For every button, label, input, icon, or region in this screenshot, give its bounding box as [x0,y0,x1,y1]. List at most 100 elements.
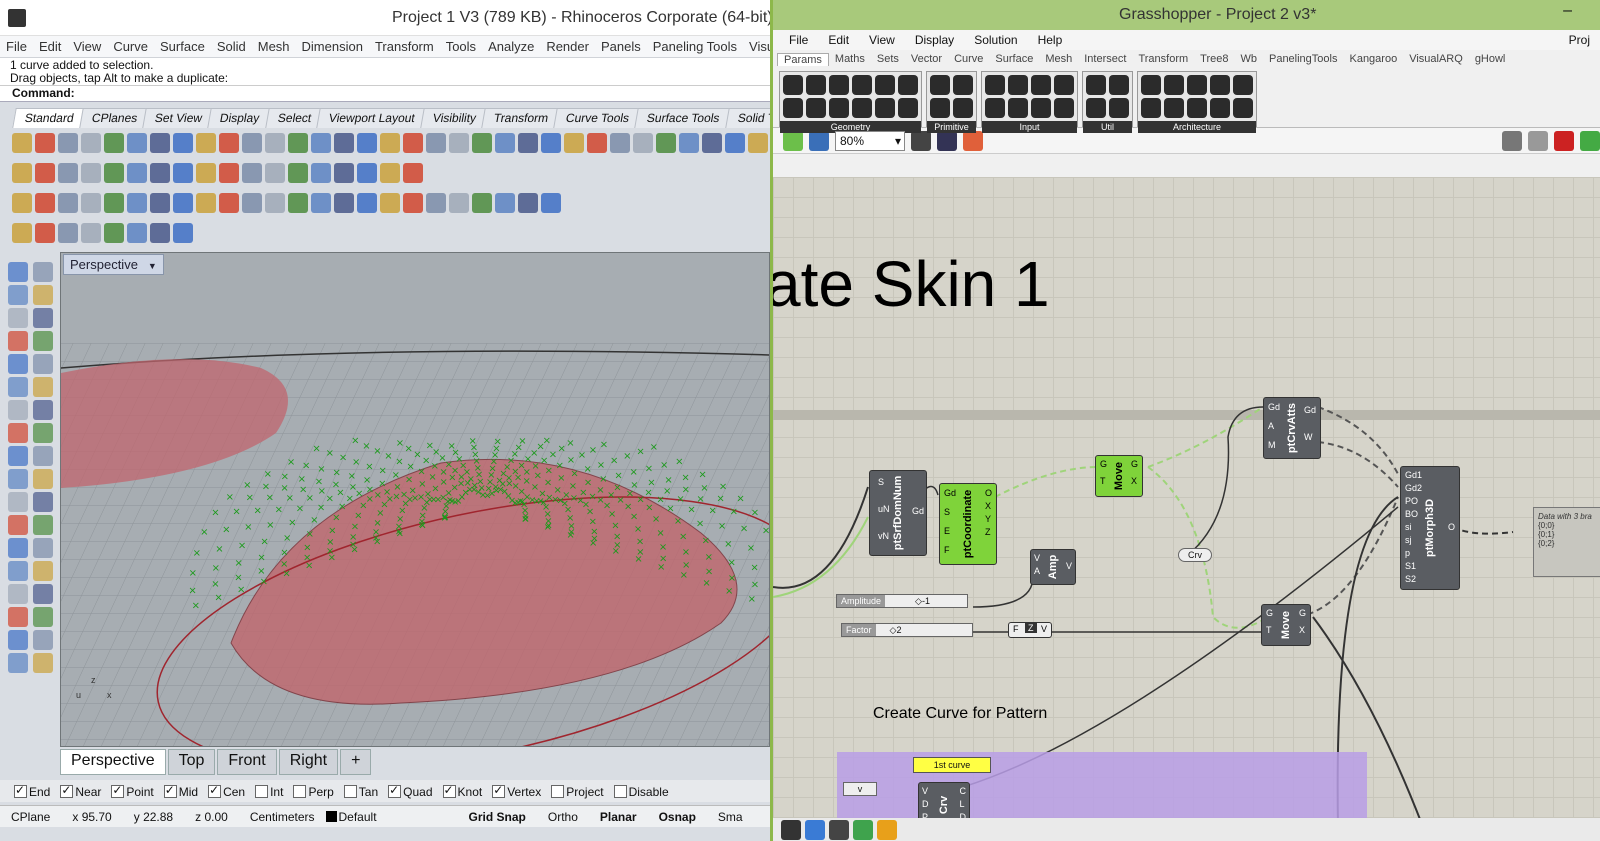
rhino-menu-item[interactable]: File [0,39,33,54]
toolbar-tool-icon[interactable] [219,163,239,183]
toolbar-tab[interactable]: Transform [481,108,561,128]
rhino-menu-item[interactable]: Surface [154,39,211,54]
modeling-tool-icon[interactable] [8,561,28,581]
osnap-checkbox[interactable] [14,783,27,798]
ortho-toggle[interactable]: Ortho [537,810,589,824]
osnap-checkbox[interactable] [551,785,565,798]
modeling-tool-icon[interactable] [33,354,53,374]
toolbar-tool-icon[interactable] [265,193,285,213]
render-preview-icon[interactable] [1554,130,1574,151]
toolbar-tool-icon[interactable] [449,133,469,153]
toolbar-tool-icon[interactable] [357,133,377,153]
port-gd-out-2[interactable]: Gd [1304,404,1316,417]
toolbar-tool-icon[interactable] [150,193,170,213]
gh-tab[interactable]: Vector [905,53,948,65]
gh-tab[interactable]: Maths [829,53,871,65]
component-ptcrvatts[interactable]: Gd A M ptCrvAtts Gd W [1263,397,1321,459]
rhino-menu-item[interactable]: Edit [33,39,67,54]
component-unit-z[interactable]: FZV [1008,622,1052,638]
toolbar-tool-icon[interactable] [288,163,308,183]
port-morph-input[interactable]: Gd1 [1405,469,1422,482]
osnap-item[interactable]: Project [551,783,604,799]
toolbar-tool-icon[interactable] [265,163,285,183]
osnap-checkbox[interactable] [442,783,456,798]
modeling-tool-icon[interactable] [33,630,53,650]
component-icon[interactable] [1054,98,1074,118]
port-v-in[interactable]: V [1034,552,1040,565]
toolbar-tool-icon[interactable] [127,193,147,213]
port-morph-input[interactable]: si [1405,521,1422,534]
viewport-title[interactable]: Perspective ▼ [63,254,164,275]
toolbar-tool-icon[interactable] [242,133,262,153]
port-x[interactable]: X [985,500,992,513]
modeling-tool-icon[interactable] [8,331,28,351]
viewport-tab[interactable]: Front [217,749,277,775]
component-icon[interactable] [783,75,803,95]
command-prompt[interactable]: Command: [0,86,770,102]
toolbar-tool-icon[interactable] [518,133,538,153]
osnap-item[interactable]: Near [60,783,101,799]
component-icon[interactable] [898,98,918,118]
port-f-in[interactable]: F [944,544,956,557]
component-icon[interactable] [1008,75,1028,95]
gh-tab[interactable]: Tree8 [1194,53,1234,65]
component-icon[interactable] [1008,98,1028,118]
toolbar-tool-icon[interactable] [242,193,262,213]
label-1st-curve[interactable]: 1st curve [913,757,991,773]
component-icon[interactable] [1031,75,1051,95]
slider-amplitude[interactable]: Amplitude ◇ -1 [836,594,968,608]
port-e-in[interactable]: E [944,525,956,538]
component-icon[interactable] [985,98,1005,118]
toolbar-tool-icon[interactable] [541,193,561,213]
osnap-checkbox[interactable] [343,785,357,798]
viewport-tab[interactable]: + [340,749,372,775]
osnap-checkbox[interactable] [163,783,177,798]
toolbar-tool-icon[interactable] [426,133,446,153]
toolbar-tool-icon[interactable] [679,133,699,153]
port-o-out[interactable]: O [1448,521,1455,534]
toolbar-tool-icon[interactable] [426,193,446,213]
osnap-item[interactable]: Tan [343,783,378,799]
component-amplitude[interactable]: VA Amp V [1030,549,1076,585]
component-icon[interactable] [898,75,918,95]
toolbar-tool-icon[interactable] [35,133,55,153]
component-icon[interactable] [930,98,950,118]
port-s-in[interactable]: S [944,506,956,519]
toolbar-tool-icon[interactable] [173,223,193,243]
gh-tab[interactable]: PanelingTools [1263,53,1344,65]
port-morph-input[interactable]: PO [1405,495,1422,508]
osnap-item[interactable]: Disable [613,783,669,799]
osnap-item[interactable]: Int [255,783,283,799]
toolbar-tab[interactable]: Surface Tools [634,108,733,128]
toolbar-tool-icon[interactable] [104,223,124,243]
modeling-tool-icon[interactable] [8,308,28,328]
osnap-checkbox[interactable] [388,783,402,798]
component-icon[interactable] [852,75,872,95]
python-widget-icon[interactable] [805,820,825,840]
toolbar-tool-icon[interactable] [288,133,308,153]
viewport-menu-icon[interactable]: ▼ [148,261,157,271]
toolbar-tool-icon[interactable] [104,133,124,153]
component-icon[interactable] [1233,75,1253,95]
component-icon[interactable] [1164,98,1184,118]
z-output-v[interactable]: V [1041,624,1047,634]
rhino-menu-item[interactable]: Analyze [482,39,540,54]
toolbar-tool-icon[interactable] [150,223,170,243]
port-gd-in[interactable]: Gd [944,487,956,500]
component-ptsrfdomnum[interactable]: SuN vN ptSrfDomNum Gd [869,470,927,556]
modeling-tool-icon[interactable] [33,446,53,466]
port-a-in-2[interactable]: A [1268,420,1280,433]
ribbon-group-label[interactable]: Util [1083,121,1132,133]
port-g-in-2[interactable]: G [1266,607,1273,620]
toolbar-tool-icon[interactable] [403,133,423,153]
toolbar-tool-icon[interactable] [150,163,170,183]
toolbar-tool-icon[interactable] [311,193,331,213]
port-g-out-2[interactable]: G [1299,607,1306,620]
toolbar-tool-icon[interactable] [81,193,101,213]
gh-tab[interactable]: Mesh [1039,53,1078,65]
port-x-out-2[interactable]: X [1299,624,1306,637]
component-icon[interactable] [1187,98,1207,118]
toolbar-tool-icon[interactable] [173,163,193,183]
modeling-tool-icon[interactable] [33,538,53,558]
modeling-tool-icon[interactable] [8,630,28,650]
